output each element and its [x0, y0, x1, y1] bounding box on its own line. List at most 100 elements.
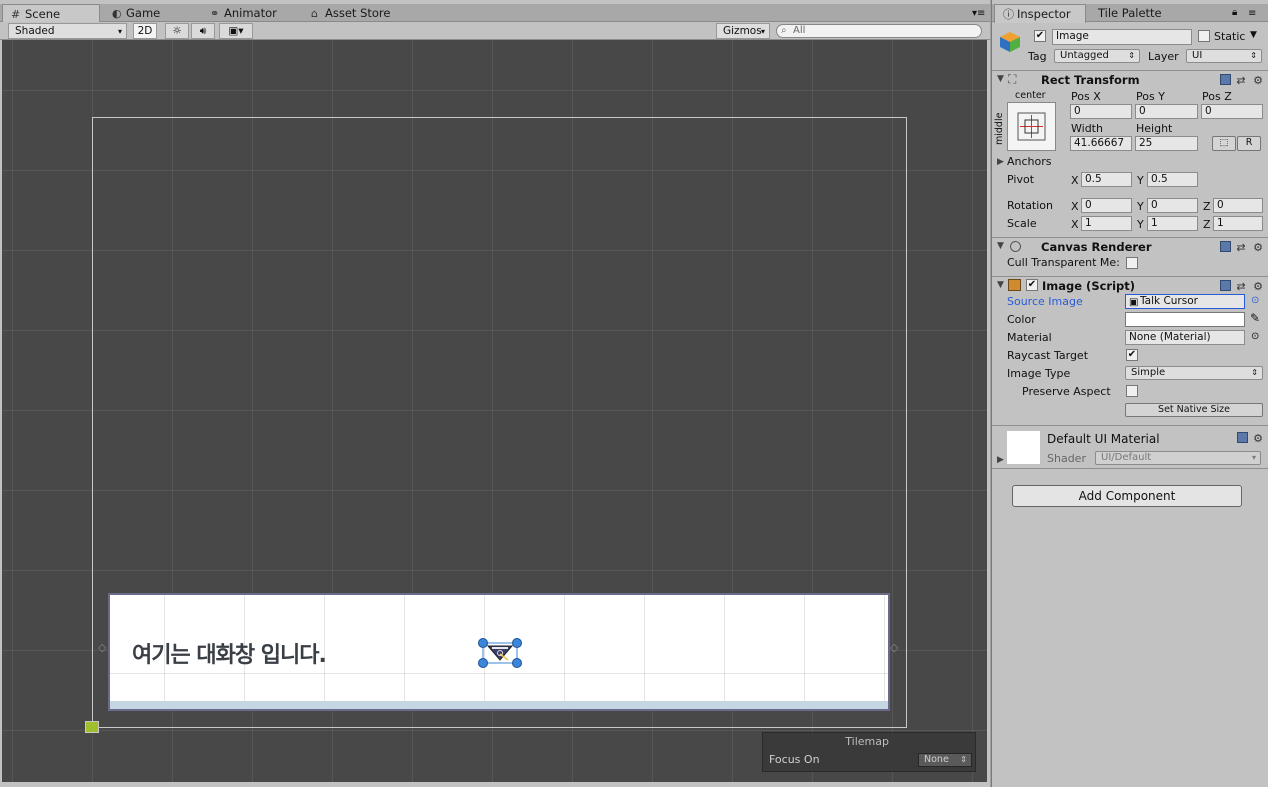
gizmo-handle-br[interactable]: [512, 658, 522, 668]
tab-scene[interactable]: # Scene: [2, 4, 100, 23]
panel-menu-icon[interactable]: ≡: [1248, 8, 1256, 19]
dropdown-arrow-icon: ▾: [117, 27, 122, 36]
image-enabled-checkbox[interactable]: ✔: [1026, 279, 1038, 291]
tab-animator[interactable]: ⚭ Animator: [202, 4, 298, 22]
fold-arrow-icon[interactable]: ▼: [997, 241, 1004, 251]
selected-image-gizmo[interactable]: [478, 638, 522, 668]
rotation-y-axis-label: Y: [1137, 200, 1144, 213]
scale-z-field[interactable]: 1: [1213, 216, 1263, 231]
rotation-x-axis-label: X: [1071, 200, 1079, 213]
image-type-dropdown[interactable]: Simple ⇕: [1125, 366, 1263, 380]
preserve-aspect-checkbox[interactable]: [1126, 385, 1138, 397]
tab-game[interactable]: ◐ Game: [104, 4, 194, 22]
object-picker-icon[interactable]: ⊙: [1251, 295, 1259, 306]
component-settings-icons[interactable]: ⇄ ⚙: [1219, 73, 1265, 87]
static-checkbox[interactable]: [1198, 30, 1210, 42]
pos-x-field[interactable]: 0: [1070, 104, 1132, 119]
material-settings-icons[interactable]: ⚙: [1236, 431, 1265, 445]
lighting-toggle-button[interactable]: ☼: [165, 23, 189, 39]
resize-arrow-right-icon[interactable]: ◇: [890, 641, 898, 654]
effects-dropdown[interactable]: ▣▾: [219, 23, 253, 39]
gizmos-dropdown[interactable]: Gizmos ▾: [716, 23, 770, 39]
blueprint-mode-button[interactable]: ⬚: [1212, 136, 1236, 151]
help-book-icon[interactable]: [1219, 241, 1231, 252]
2d-toggle-button[interactable]: 2D: [133, 23, 157, 39]
tilemap-overlay: Tilemap Focus On None ⇕: [762, 732, 976, 772]
pivot-x-field[interactable]: 0.5: [1081, 172, 1132, 187]
scene-search-input[interactable]: ⌕ All: [776, 24, 982, 38]
anchor-preset-icon: [1017, 112, 1046, 141]
tab-asset-store[interactable]: ⌂ Asset Store: [303, 4, 409, 22]
source-image-field[interactable]: ▣ Talk Cursor: [1125, 294, 1245, 309]
tab-tile-palette[interactable]: Tile Palette: [1088, 4, 1180, 22]
help-book-icon[interactable]: [1219, 74, 1231, 85]
layer-dropdown[interactable]: UI ⇕: [1186, 49, 1262, 63]
object-name-field[interactable]: Image: [1052, 29, 1192, 45]
pos-y-label: Pos Y: [1136, 90, 1165, 103]
image-icon: ▣▾: [228, 25, 244, 37]
rotation-y-field[interactable]: 0: [1147, 198, 1198, 213]
rect-transform-icon: ⛶: [1008, 72, 1017, 86]
search-icon: ⌕: [781, 25, 787, 36]
anchors-fold-arrow-icon[interactable]: ▶: [997, 157, 1004, 167]
gizmo-handle-bl[interactable]: [478, 658, 488, 668]
width-field[interactable]: 41.66667: [1070, 136, 1132, 151]
fold-arrow-icon[interactable]: ▼: [997, 74, 1004, 84]
tab-inspector[interactable]: ⓘ Inspector: [994, 4, 1086, 23]
tilemap-focus-dropdown[interactable]: None ⇕: [918, 753, 972, 767]
help-book-icon[interactable]: [1236, 432, 1248, 443]
rotation-x-field[interactable]: 0: [1081, 198, 1132, 213]
pos-z-field[interactable]: 0: [1201, 104, 1263, 119]
scale-z-axis-label: Z: [1203, 218, 1211, 231]
object-picker-icon[interactable]: ⊙: [1251, 331, 1259, 342]
raycast-target-checkbox[interactable]: ✔: [1126, 349, 1138, 361]
set-native-size-button[interactable]: Set Native Size: [1125, 403, 1263, 417]
dialog-text: 여기는 대화창 입니다.: [132, 643, 327, 668]
active-checkbox[interactable]: ✔: [1034, 30, 1046, 42]
tag-dropdown[interactable]: Untagged ⇕: [1054, 49, 1140, 63]
pos-y-field[interactable]: 0: [1135, 104, 1198, 119]
scene-viewport[interactable]: 여기는 대화창 입니다. ◇ ◇ Tilemap Focus On None ⇕: [2, 40, 987, 782]
scene-panel: # Scene ◐ Game ⚭ Animator ⌂ Asset Store …: [0, 0, 990, 787]
raw-edit-button[interactable]: R: [1237, 136, 1261, 151]
speaker-icon: 🔊︎: [199, 25, 207, 37]
color-swatch[interactable]: [1125, 312, 1245, 327]
add-component-button[interactable]: Add Component: [1012, 485, 1242, 507]
scale-y-field[interactable]: 1: [1147, 216, 1198, 231]
image-script-header[interactable]: ▼ ✔ Image (Script) ⇄ ⚙: [992, 276, 1268, 294]
shader-dropdown[interactable]: UI/Default ▾: [1095, 451, 1261, 465]
canvas-renderer-header[interactable]: ▼ Canvas Renderer ⇄ ⚙: [992, 237, 1268, 255]
fold-arrow-icon[interactable]: ▶: [997, 455, 1004, 465]
cull-transparent-checkbox[interactable]: [1126, 257, 1138, 269]
panel-menu-icon[interactable]: ▾≡: [972, 8, 985, 19]
static-dropdown-arrow-icon[interactable]: ▼: [1250, 30, 1257, 40]
gizmo-handle-tl[interactable]: [478, 638, 488, 648]
component-settings-icons[interactable]: ⇄ ⚙: [1219, 279, 1265, 293]
material-preview-section: ▶ Default UI Material Shader UI/Default ▾…: [992, 425, 1268, 469]
shading-dropdown[interactable]: Shaded ▾: [8, 23, 127, 39]
grid-icon: #: [11, 8, 21, 21]
pivot-y-field[interactable]: 0.5: [1147, 172, 1198, 187]
lock-icon[interactable]: 🔒︎: [1232, 7, 1237, 18]
fold-arrow-icon[interactable]: ▼: [997, 280, 1004, 290]
material-name: Default UI Material: [1047, 432, 1160, 446]
scale-label: Scale: [1007, 217, 1037, 230]
help-book-icon[interactable]: [1219, 280, 1231, 291]
material-field[interactable]: None (Material): [1125, 330, 1245, 345]
raycast-target-label: Raycast Target: [1007, 349, 1089, 362]
resize-arrow-left-icon[interactable]: ◇: [98, 641, 106, 654]
info-icon: ⓘ: [1003, 8, 1014, 21]
anchors-label[interactable]: Anchors: [1007, 155, 1052, 168]
rect-transform-header[interactable]: ▼ ⛶ Rect Transform ⇄ ⚙: [992, 70, 1268, 88]
source-image-label: Source Image: [1007, 295, 1083, 308]
scale-x-field[interactable]: 1: [1081, 216, 1132, 231]
audio-toggle-button[interactable]: 🔊︎: [191, 23, 215, 39]
gizmo-handle-tr[interactable]: [512, 638, 522, 648]
rotation-z-axis-label: Z: [1203, 200, 1211, 213]
anchor-preset-button[interactable]: [1007, 102, 1056, 151]
component-settings-icons[interactable]: ⇄ ⚙: [1219, 240, 1265, 254]
layer-label: Layer: [1148, 50, 1179, 63]
height-field[interactable]: 25: [1135, 136, 1198, 151]
rotation-z-field[interactable]: 0: [1213, 198, 1263, 213]
eyedropper-icon[interactable]: ✎: [1250, 311, 1260, 325]
